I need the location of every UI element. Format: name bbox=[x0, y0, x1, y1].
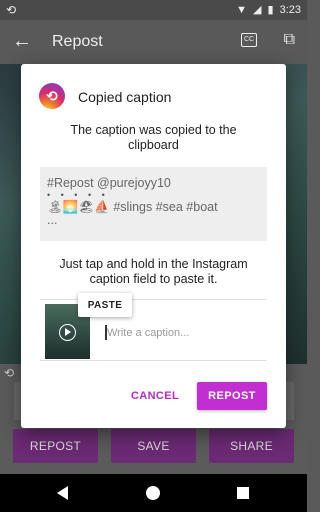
nav-home-icon[interactable] bbox=[146, 486, 160, 500]
app-bar: ← Repost CC ⧉ bbox=[0, 20, 307, 64]
status-bar: ⟲ ▼ ◢ ▮ 3:23 bbox=[0, 0, 307, 20]
repost-app-icon: ⟲ bbox=[39, 83, 65, 109]
navigation-bar bbox=[0, 474, 307, 512]
caption-input[interactable] bbox=[107, 323, 257, 343]
copied-caption-box: #Repost @purejoyy10 • • • • • 🏝🌅🏖⛵ #slin… bbox=[40, 167, 267, 241]
wifi-icon: ▼ bbox=[236, 3, 248, 16]
nav-back-icon[interactable] bbox=[57, 486, 68, 500]
open-external-icon[interactable]: ⧉ bbox=[284, 31, 295, 49]
caption-line-2: • • • • • bbox=[47, 190, 109, 200]
paste-button[interactable]: PASTE bbox=[78, 293, 132, 317]
save-action-button[interactable]: SAVE bbox=[111, 429, 196, 463]
repost-small-icon: ⟲ bbox=[4, 366, 15, 380]
caption-line-3: 🏝🌅🏖⛵ #slings #sea #boat bbox=[47, 200, 218, 214]
nav-recents-icon[interactable] bbox=[237, 487, 249, 499]
cancel-button[interactable]: CANCEL bbox=[124, 382, 186, 410]
signal-icon: ◢ bbox=[253, 4, 262, 16]
divider bbox=[40, 360, 267, 361]
dialog-title: Copied caption bbox=[78, 89, 172, 105]
closed-caption-icon[interactable]: CC bbox=[241, 33, 257, 47]
repost-button[interactable]: REPOST bbox=[197, 382, 267, 410]
back-arrow-icon[interactable]: ← bbox=[12, 30, 32, 53]
caption-line-1: #Repost @purejoyy10 bbox=[47, 176, 171, 190]
caption-line-4: ... bbox=[47, 213, 58, 227]
battery-icon: ▮ bbox=[267, 4, 274, 16]
dialog-instruction: Just tap and hold in the Instagram capti… bbox=[59, 257, 248, 286]
page-title: Repost bbox=[52, 33, 103, 50]
bottom-actions: REPOST SAVE SHARE bbox=[0, 424, 307, 474]
status-time: 3:23 bbox=[279, 3, 301, 16]
play-icon bbox=[59, 324, 76, 341]
copied-caption-dialog: ⟲ Copied caption The caption was copied … bbox=[21, 64, 286, 428]
repost-action-button[interactable]: REPOST bbox=[13, 429, 98, 463]
dialog-message: The caption was copied to the clipboard bbox=[70, 123, 237, 152]
repost-sync-icon: ⟲ bbox=[6, 3, 17, 17]
share-action-button[interactable]: SHARE bbox=[209, 429, 294, 463]
divider bbox=[40, 299, 267, 300]
